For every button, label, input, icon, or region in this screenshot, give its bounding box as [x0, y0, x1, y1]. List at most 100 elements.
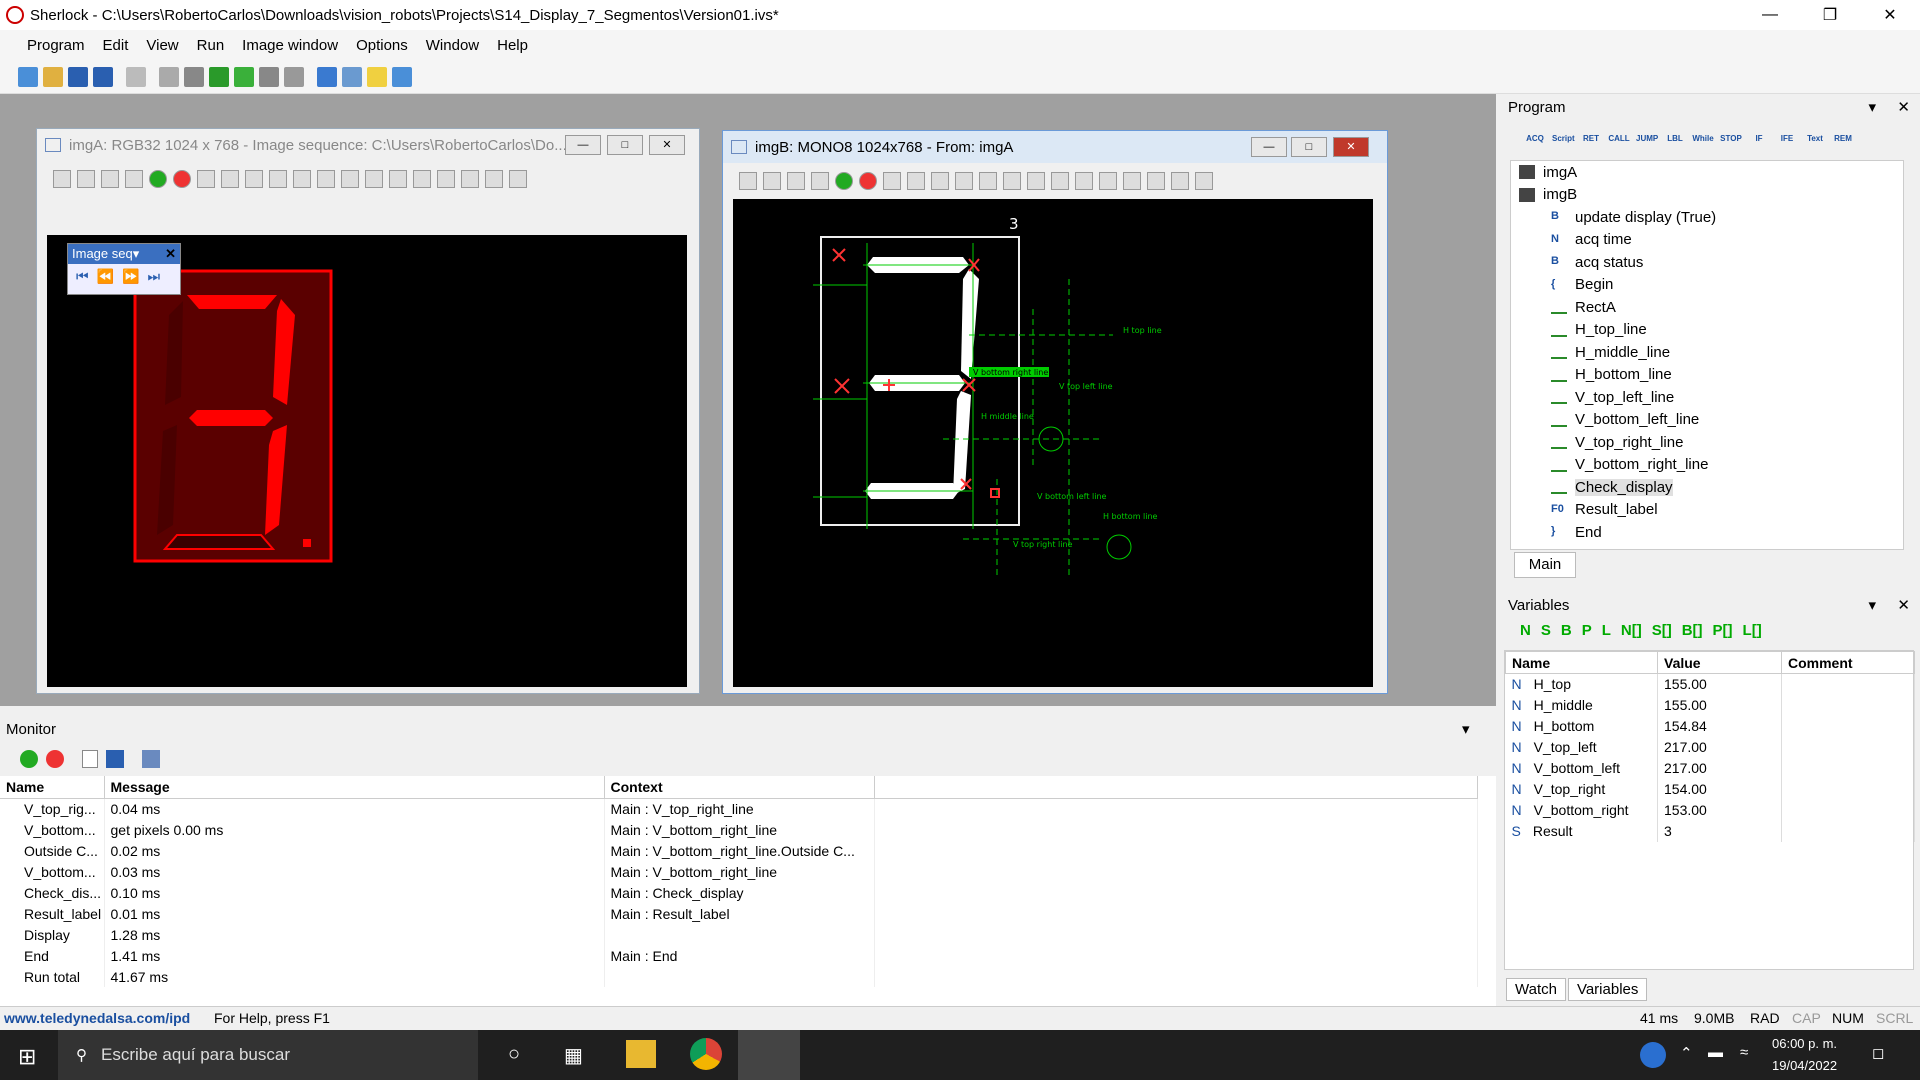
- checklist-icon[interactable]: [53, 170, 71, 188]
- print-preview-icon[interactable]: [126, 66, 146, 87]
- rake-icon[interactable]: [485, 170, 503, 188]
- zoom-fit-icon[interactable]: [101, 170, 119, 188]
- pause-icon[interactable]: [317, 66, 337, 87]
- close-icon[interactable]: ✕: [1897, 596, 1910, 614]
- tree-item[interactable]: H_bottom_line: [1511, 364, 1903, 387]
- tool-ret-icon[interactable]: RET: [1580, 134, 1602, 143]
- zoom-in-icon[interactable]: [125, 170, 143, 188]
- line-icon[interactable]: [1075, 172, 1093, 190]
- table-row[interactable]: Result_label 0.01 ms Main : Result_label: [0, 903, 1478, 924]
- circle-roi-icon[interactable]: [293, 170, 311, 188]
- tool-jump-icon[interactable]: JUMP: [1636, 134, 1658, 143]
- help-icon[interactable]: [1640, 1042, 1666, 1068]
- tree-item[interactable]: H_middle_line: [1511, 341, 1903, 364]
- tool-ife-icon[interactable]: IFE: [1776, 134, 1798, 143]
- stop-monitor-icon[interactable]: [46, 750, 64, 768]
- image-sequence-toolbox[interactable]: Image seq▾ ✕ ⏮ ⏪ ⏩ ⏭: [67, 243, 181, 295]
- run-continuous-icon[interactable]: [234, 66, 254, 87]
- circle-roi-icon[interactable]: [979, 172, 997, 190]
- variable-row[interactable]: S Result 3: [1505, 820, 1915, 842]
- tool-call-icon[interactable]: CALL: [1608, 134, 1630, 143]
- tree-item[interactable]: imgA: [1511, 161, 1903, 184]
- variable-row[interactable]: N V_top_left 217.00: [1505, 736, 1915, 758]
- polyline-icon[interactable]: [413, 170, 431, 188]
- paste-icon[interactable]: [184, 66, 204, 87]
- run-green-icon[interactable]: [149, 170, 167, 188]
- start-monitor-icon[interactable]: [20, 750, 38, 768]
- clock-time[interactable]: 06:00 p. m.: [1772, 1036, 1837, 1051]
- search-box[interactable]: ⚲ Escribe aquí para buscar: [58, 1030, 478, 1080]
- ring-roi-icon[interactable]: [1003, 172, 1021, 190]
- chrome-icon[interactable]: [690, 1038, 722, 1070]
- tree-item[interactable]: Bupdate display (True): [1511, 206, 1903, 229]
- tree-item[interactable]: V_top_right_line: [1511, 431, 1903, 454]
- roi-icon[interactable]: [955, 172, 973, 190]
- zoom-fit-icon[interactable]: [787, 172, 805, 190]
- point-icon[interactable]: [365, 170, 383, 188]
- imgA-display[interactable]: [47, 235, 687, 687]
- timeline-icon[interactable]: ▦: [564, 1043, 583, 1068]
- tool-while-icon[interactable]: While: [1692, 134, 1714, 143]
- wifi-icon[interactable]: ≈: [1740, 1044, 1748, 1061]
- menu-help[interactable]: Help: [488, 37, 537, 54]
- point-icon[interactable]: [1051, 172, 1069, 190]
- tab-watch[interactable]: Watch: [1506, 978, 1566, 1001]
- tree-item[interactable]: Nacq time: [1511, 229, 1903, 252]
- last-frame-icon[interactable]: ⏭: [147, 268, 160, 285]
- menu-program[interactable]: Program: [18, 37, 94, 54]
- options-icon[interactable]: [142, 750, 160, 768]
- tab-variables[interactable]: Variables: [1567, 978, 1648, 1001]
- program-tree[interactable]: imgA imgB Bupdate display (True) Nacq time B…: [1510, 160, 1904, 550]
- open-icon[interactable]: [43, 66, 63, 87]
- variables-grid[interactable]: Name Value Comment N H_top 155.00 N H_middle…: [1504, 650, 1915, 970]
- tab-main[interactable]: Main: [1514, 552, 1576, 578]
- lightbulb-icon[interactable]: [367, 66, 387, 87]
- tool-rem-icon[interactable]: REM: [1832, 134, 1854, 143]
- table-row[interactable]: Display 1.28 ms: [0, 924, 1478, 945]
- variable-row[interactable]: N H_middle 155.00: [1505, 694, 1915, 716]
- close-button[interactable]: ✕: [1860, 0, 1920, 30]
- menu-view[interactable]: View: [137, 37, 187, 54]
- timing-icon[interactable]: [392, 66, 412, 87]
- run-icon[interactable]: [209, 66, 229, 87]
- var-type-button[interactable]: P[]: [1713, 622, 1733, 639]
- tree-item[interactable]: F0 Result_label: [1511, 499, 1903, 522]
- tree-item[interactable]: Bacq status: [1511, 251, 1903, 274]
- panel-menu-icon[interactable]: ▾: [1868, 596, 1876, 614]
- variable-row[interactable]: N V_bottom_right 153.00: [1505, 799, 1915, 821]
- zoom-in-icon[interactable]: [811, 172, 829, 190]
- save-log-icon[interactable]: [106, 750, 124, 768]
- arc-icon[interactable]: [245, 170, 263, 188]
- polygon-roi-icon[interactable]: [341, 170, 359, 188]
- var-type-button[interactable]: S[]: [1652, 622, 1672, 639]
- stop-icon[interactable]: [259, 66, 279, 87]
- imgA-maximize-button[interactable]: □: [607, 135, 643, 155]
- tree-item[interactable]: V_bottom_right_line: [1511, 454, 1903, 477]
- variable-row[interactable]: N V_top_right 154.00: [1505, 778, 1915, 800]
- restore-button[interactable]: ❐: [1800, 0, 1860, 30]
- table-row[interactable]: V_top_rig... 0.04 ms Main : V_top_right_li…: [0, 798, 1478, 819]
- polyline-icon[interactable]: [1099, 172, 1117, 190]
- run-green-icon[interactable]: [835, 172, 853, 190]
- imgA-close-button[interactable]: ✕: [649, 135, 685, 155]
- tree-item[interactable]: V_top_left_line: [1511, 386, 1903, 409]
- curve-icon[interactable]: [437, 170, 455, 188]
- imgB-close-button[interactable]: ✕: [1333, 137, 1369, 157]
- rake-icon[interactable]: [1171, 172, 1189, 190]
- table-row[interactable]: V_bottom... 0.03 ms Main : V_bottom_right_…: [0, 861, 1478, 882]
- var-type-button[interactable]: L: [1602, 622, 1611, 639]
- panel-menu-icon[interactable]: ▾: [1868, 98, 1876, 116]
- variable-row[interactable]: N V_bottom_left 217.00: [1505, 757, 1915, 779]
- ellipse-icon[interactable]: [1147, 172, 1165, 190]
- website-link[interactable]: www.teledynedalsa.com/ipd: [4, 1010, 190, 1026]
- menu-edit[interactable]: Edit: [94, 37, 138, 54]
- table-row[interactable]: Run total 41.67 ms: [0, 966, 1478, 987]
- spoke-icon[interactable]: [509, 170, 527, 188]
- tool-text-icon[interactable]: Text: [1804, 134, 1826, 143]
- roi-icon[interactable]: [269, 170, 287, 188]
- pointer-icon[interactable]: [883, 172, 901, 190]
- variable-row[interactable]: N H_bottom 154.84: [1505, 715, 1915, 737]
- imgB-maximize-button[interactable]: □: [1291, 137, 1327, 157]
- tree-item[interactable]: RectA: [1511, 296, 1903, 319]
- arc-icon[interactable]: [931, 172, 949, 190]
